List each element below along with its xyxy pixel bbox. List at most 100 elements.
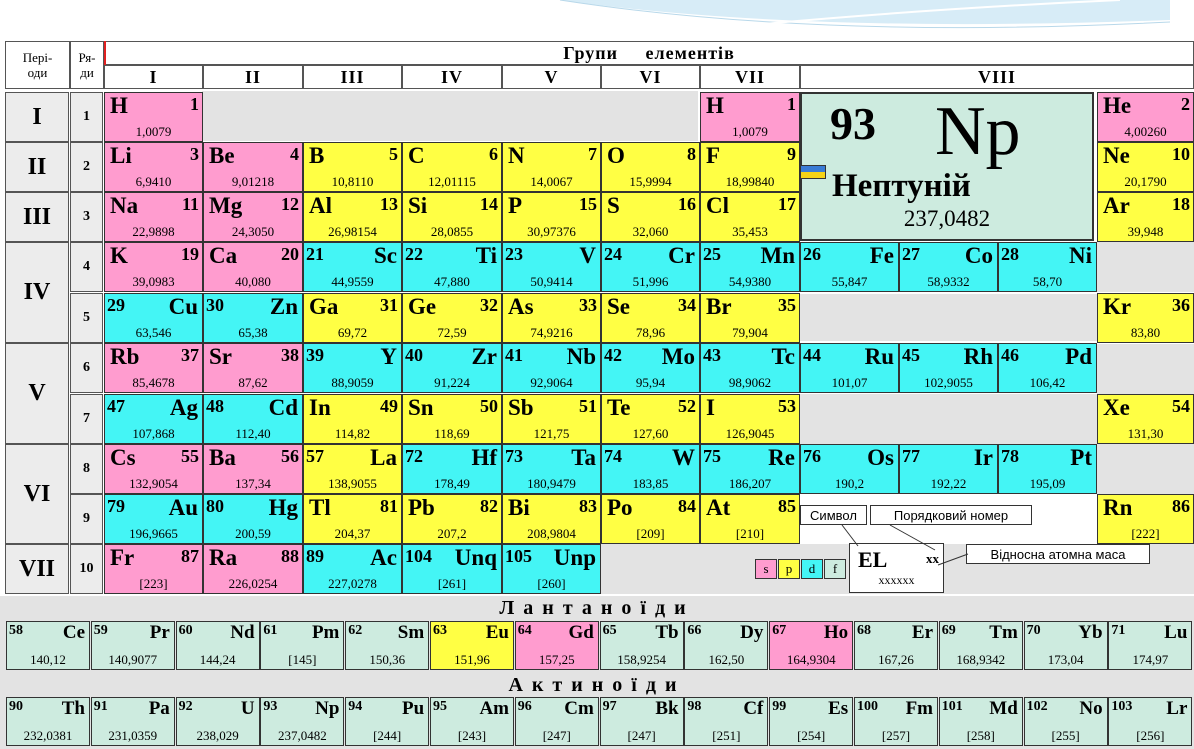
element-cell-fe[interactable]: Fe 26 55,847 [800,242,899,292]
actinides-cell-cm[interactable]: 96 Cm [247] [514,697,599,746]
element-cell-mg[interactable]: Mg 12 24,3050 [203,192,303,242]
lanthanides-cell-nd[interactable]: 60 Nd 144,24 [175,621,260,670]
element-cell-ba[interactable]: Ba 56 137,34 [203,444,303,494]
element-cell-at[interactable]: At 85 [210] [700,494,800,544]
lanthanides-cell-gd[interactable]: 64 Gd 157,25 [514,621,599,670]
element-cell-sb[interactable]: Sb 51 121,75 [502,394,601,444]
lanthanides-cell-tm[interactable]: 69 Tm 168,9342 [938,621,1023,670]
element-cell-po[interactable]: Po 84 [209] [601,494,700,544]
element-cell-k[interactable]: K 19 39,0983 [104,242,203,292]
element-cell-na[interactable]: Na 11 22,9898 [104,192,203,242]
actinides-cell-bk[interactable]: 97 Bk [247] [599,697,684,746]
element-cell-ag[interactable]: Ag 47 107,868 [104,394,203,444]
actinides-cell-pu[interactable]: 94 Pu [244] [345,697,430,746]
element-cell-o[interactable]: O 8 15,9994 [601,142,700,192]
element-cell-tl[interactable]: Tl 81 204,37 [303,494,402,544]
element-cell-h[interactable]: H 1 1,0079 [104,92,203,142]
element-cell-os[interactable]: Os 76 190,2 [800,444,899,494]
element-cell-sr[interactable]: Sr 38 87,62 [203,343,303,393]
element-cell-cl[interactable]: Cl 17 35,453 [700,192,800,242]
lanthanides-cell-eu[interactable]: 63 Eu 151,96 [430,621,514,670]
actinides-cell-fm[interactable]: 100 Fm [257] [854,697,938,746]
element-cell-se[interactable]: Se 34 78,96 [601,293,700,343]
element-cell-ti[interactable]: Ti 22 47,880 [402,242,502,292]
element-cell-s[interactable]: S 16 32,060 [601,192,700,242]
element-cell-al[interactable]: Al 13 26,98154 [303,192,402,242]
element-cell-b[interactable]: B 5 10,8110 [303,142,402,192]
element-cell-bi[interactable]: Bi 83 208,9804 [502,494,601,544]
element-cell-cu[interactable]: Cu 29 63,546 [104,293,203,343]
lanthanides-cell-tb[interactable]: 65 Tb 158,9254 [599,621,684,670]
element-cell-c[interactable]: C 6 12,01115 [402,142,502,192]
element-cell-f[interactable]: F 9 18,99840 [700,142,800,192]
element-cell-he[interactable]: He 2 4,00260 [1097,92,1194,142]
element-cell-au[interactable]: Au 79 196,9665 [104,494,203,544]
actinides-cell-md[interactable]: 101 Md [258] [938,697,1023,746]
lanthanides-cell-ce[interactable]: 58 Ce 140,12 [6,621,90,670]
element-cell-co[interactable]: Co 27 58,9332 [899,242,998,292]
element-cell-y[interactable]: Y 39 88,9059 [303,343,402,393]
actinides-cell-lr[interactable]: 103 Lr [256] [1108,697,1193,746]
element-cell-rb[interactable]: Rb 37 85,4678 [104,343,203,393]
lanthanides-cell-lu[interactable]: 71 Lu 174,97 [1108,621,1193,670]
element-cell-ru[interactable]: Ru 44 101,07 [800,343,899,393]
element-cell-ga[interactable]: Ga 31 69,72 [303,293,402,343]
element-cell-mo[interactable]: Mo 42 95,94 [601,343,700,393]
featured-element-card[interactable]: 93 Np Нептуній 237,0482 [800,92,1094,241]
element-cell-v[interactable]: V 23 50,9414 [502,242,601,292]
actinides-cell-cf[interactable]: 98 Cf [251] [684,697,769,746]
element-cell-ne[interactable]: Ne 10 20,1790 [1097,142,1194,192]
element-cell-nb[interactable]: Nb 41 92,9064 [502,343,601,393]
lanthanides-cell-pr[interactable]: 59 Pr 140,9077 [90,621,175,670]
element-cell-unp[interactable]: Unp 105 [260] [502,544,601,594]
actinides-cell-es[interactable]: 99 Es [254] [769,697,854,746]
element-cell-ge[interactable]: Ge 32 72,59 [402,293,502,343]
actinides-cell-u[interactable]: 92 U 238,029 [175,697,260,746]
element-cell-w[interactable]: W 74 183,85 [601,444,700,494]
element-cell-ta[interactable]: Ta 73 180,9479 [502,444,601,494]
element-cell-xe[interactable]: Xe 54 131,30 [1097,394,1194,444]
element-cell-in[interactable]: In 49 114,82 [303,394,402,444]
element-cell-tc[interactable]: Tc 43 98,9062 [700,343,800,393]
element-cell-mn[interactable]: Mn 25 54,9380 [700,242,800,292]
element-cell-be[interactable]: Be 4 9,01218 [203,142,303,192]
element-cell-rn[interactable]: Rn 86 [222] [1097,494,1194,544]
element-cell-n[interactable]: N 7 14,0067 [502,142,601,192]
actinides-cell-am[interactable]: 95 Am [243] [430,697,514,746]
element-cell-pd[interactable]: Pd 46 106,42 [998,343,1097,393]
lanthanides-cell-yb[interactable]: 70 Yb 173,04 [1023,621,1108,670]
element-cell-ac[interactable]: Ac 89 227,0278 [303,544,402,594]
element-cell-zr[interactable]: Zr 40 91,224 [402,343,502,393]
lanthanides-cell-er[interactable]: 68 Er 167,26 [854,621,938,670]
element-cell-ni[interactable]: Ni 28 58,70 [998,242,1097,292]
element-cell-p[interactable]: P 15 30,97376 [502,192,601,242]
actinides-cell-th[interactable]: 90 Th 232,0381 [6,697,90,746]
element-cell-ca[interactable]: Ca 20 40,080 [203,242,303,292]
element-cell-unq[interactable]: Unq 104 [261] [402,544,502,594]
actinides-cell-np[interactable]: 93 Np 237,0482 [260,697,345,746]
lanthanides-cell-ho[interactable]: 67 Ho 164,9304 [769,621,854,670]
element-cell-cr[interactable]: Cr 24 51,996 [601,242,700,292]
lanthanides-cell-sm[interactable]: 62 Sm 150,36 [345,621,430,670]
element-cell-pt[interactable]: Pt 78 195,09 [998,444,1097,494]
element-cell-li[interactable]: Li 3 6,9410 [104,142,203,192]
element-cell-cs[interactable]: Cs 55 132,9054 [104,444,203,494]
element-cell-zn[interactable]: Zn 30 65,38 [203,293,303,343]
element-cell-fr[interactable]: Fr 87 [223] [104,544,203,594]
element-cell-sn[interactable]: Sn 50 118,69 [402,394,502,444]
lanthanides-cell-dy[interactable]: 66 Dy 162,50 [684,621,769,670]
element-cell-rh[interactable]: Rh 45 102,9055 [899,343,998,393]
element-cell-te[interactable]: Te 52 127,60 [601,394,700,444]
element-cell-la[interactable]: La 57 138,9055 [303,444,402,494]
element-cell-i[interactable]: I 53 126,9045 [700,394,800,444]
element-cell-hg[interactable]: Hg 80 200,59 [203,494,303,544]
element-cell-br[interactable]: Br 35 79,904 [700,293,800,343]
element-cell-ra[interactable]: Ra 88 226,0254 [203,544,303,594]
element-cell-pb[interactable]: Pb 82 207,2 [402,494,502,544]
lanthanides-cell-pm[interactable]: 61 Pm [145] [260,621,345,670]
actinides-cell-pa[interactable]: 91 Pa 231,0359 [90,697,175,746]
actinides-cell-no[interactable]: 102 No [255] [1023,697,1108,746]
element-cell-si[interactable]: Si 14 28,0855 [402,192,502,242]
element-cell-cd[interactable]: Cd 48 112,40 [203,394,303,444]
element-cell-re[interactable]: Re 75 186,207 [700,444,800,494]
